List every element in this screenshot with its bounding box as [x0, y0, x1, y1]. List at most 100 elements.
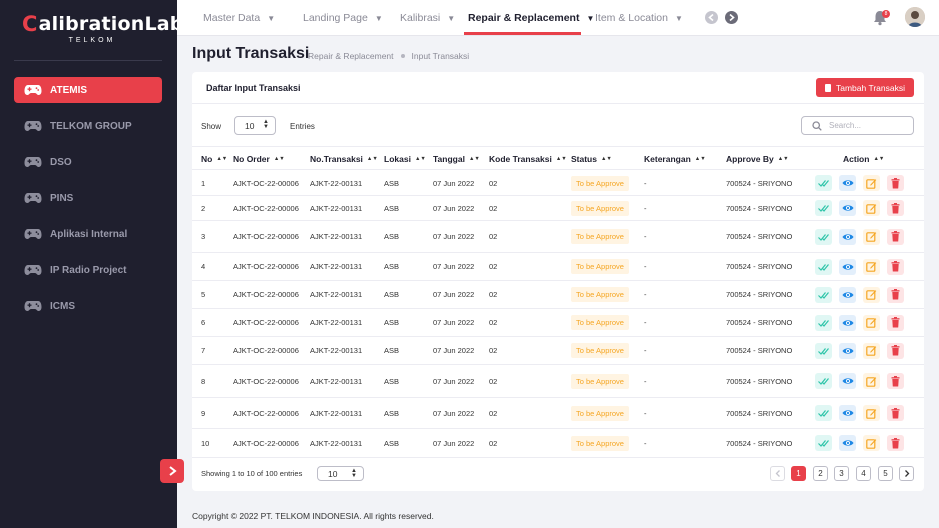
- edit-button[interactable]: [863, 258, 880, 275]
- delete-button[interactable]: [887, 200, 904, 216]
- sidebar-item-label: ICMS: [50, 300, 75, 312]
- page-number-button[interactable]: 2: [813, 466, 828, 481]
- nav-scroll-right-button[interactable]: [725, 11, 738, 24]
- page-number-button[interactable]: 5: [878, 466, 893, 481]
- approve-button[interactable]: [815, 258, 832, 275]
- approve-button[interactable]: [815, 373, 832, 389]
- approve-button[interactable]: [815, 200, 832, 216]
- add-transaction-button[interactable]: Tambah Transaksi: [816, 78, 914, 97]
- column-header[interactable]: No.Transaksi ▲▼: [310, 147, 378, 171]
- breadcrumb-item[interactable]: Repair & Replacement: [308, 51, 394, 61]
- nav-tab[interactable]: Landing Page ▼: [303, 0, 383, 36]
- cell-text: 07 Jun 2022: [433, 408, 475, 418]
- sidebar-item[interactable]: Aplikasi Internal: [14, 221, 162, 247]
- delete-button[interactable]: [887, 258, 904, 275]
- notification-badge: 8: [882, 10, 890, 18]
- delete-button[interactable]: [887, 373, 904, 389]
- approve-button[interactable]: [815, 314, 832, 331]
- sidebar-item[interactable]: ICMS: [14, 293, 162, 319]
- page-number-button[interactable]: 4: [856, 466, 871, 481]
- cell-text: ASB: [384, 232, 400, 241]
- approve-button[interactable]: [815, 435, 832, 451]
- sidebar-item[interactable]: TELKOM GROUP: [14, 113, 162, 139]
- column-header[interactable]: Keterangan ▲▼: [644, 147, 706, 171]
- column-header[interactable]: Kode Transaksi ▲▼: [489, 147, 567, 171]
- breadcrumb-item: Input Transaksi: [411, 51, 470, 61]
- table-cell-status: To be Approve: [571, 365, 629, 397]
- page-title: Input Transaksi: [192, 45, 310, 62]
- sidebar-item[interactable]: DSO: [14, 149, 162, 175]
- view-button[interactable]: [839, 286, 856, 303]
- nav-scroll-left-button[interactable]: [705, 11, 718, 24]
- delete-button[interactable]: [887, 342, 904, 359]
- view-button[interactable]: [839, 175, 856, 191]
- delete-button[interactable]: [887, 228, 904, 245]
- edit-button[interactable]: [863, 286, 880, 303]
- view-button[interactable]: [839, 228, 856, 245]
- table-cell-trans: AJKT-22-00131: [310, 429, 362, 457]
- edit-button[interactable]: [863, 405, 880, 421]
- page-size-select[interactable]: 10 ▲ ▼: [234, 116, 276, 135]
- cell-text: -: [644, 203, 647, 213]
- view-button[interactable]: [839, 200, 856, 216]
- table-cell-ket: -: [644, 365, 647, 397]
- search-input[interactable]: Search...: [801, 116, 914, 135]
- view-button[interactable]: [839, 342, 856, 359]
- column-header[interactable]: No ▲▼: [201, 147, 227, 171]
- edit-button[interactable]: [863, 373, 880, 389]
- view-button[interactable]: [839, 314, 856, 331]
- edit-button[interactable]: [863, 200, 880, 216]
- view-button[interactable]: [839, 435, 856, 451]
- column-header[interactable]: No Order ▲▼: [233, 147, 285, 171]
- user-avatar[interactable]: [905, 7, 925, 27]
- view-button[interactable]: [839, 373, 856, 389]
- edit-button[interactable]: [863, 342, 880, 359]
- column-header[interactable]: Lokasi ▲▼: [384, 147, 426, 171]
- nav-tab[interactable]: Item & Location ▼: [595, 0, 683, 36]
- prev-page-button[interactable]: [770, 466, 785, 481]
- delete-button[interactable]: [887, 175, 904, 191]
- sidebar-expand-button[interactable]: [160, 459, 184, 483]
- footer-page-size-select[interactable]: 10 ▲ ▼: [317, 466, 364, 481]
- page-number: 4: [861, 469, 866, 478]
- nav-tab[interactable]: Repair & Replacement ▼: [468, 0, 594, 36]
- column-header[interactable]: Status ▲▼: [571, 147, 612, 171]
- delete-button[interactable]: [887, 314, 904, 331]
- approve-button[interactable]: [815, 175, 832, 191]
- view-button[interactable]: [839, 258, 856, 275]
- active-tab-underline: [464, 32, 581, 35]
- cell-text: 07 Jun 2022: [433, 232, 475, 241]
- sidebar-item[interactable]: PINS: [14, 185, 162, 211]
- approve-button[interactable]: [815, 228, 832, 245]
- edit-button[interactable]: [863, 435, 880, 451]
- edit-button[interactable]: [863, 314, 880, 331]
- column-header[interactable]: Approve By ▲▼: [726, 147, 789, 171]
- sidebar-item[interactable]: ATEMIS: [14, 77, 162, 103]
- table-cell-order: AJKT-OC-22-00006: [233, 281, 299, 308]
- next-page-button[interactable]: [899, 466, 914, 481]
- edit-button[interactable]: [863, 228, 880, 245]
- app-logo[interactable]: CalibrationLab TELKOM: [22, 12, 183, 46]
- edit-button[interactable]: [863, 175, 880, 191]
- approve-button[interactable]: [815, 405, 832, 421]
- nav-tab[interactable]: Master Data ▼: [203, 0, 275, 36]
- page-number-button[interactable]: 3: [834, 466, 849, 481]
- delete-button[interactable]: [887, 405, 904, 421]
- nav-tab[interactable]: Kalibrasi ▼: [400, 0, 455, 36]
- chevron-right-icon: [904, 470, 909, 477]
- delete-button[interactable]: [887, 435, 904, 451]
- approve-button[interactable]: [815, 286, 832, 303]
- edit-icon: [866, 376, 877, 387]
- page-number-button[interactable]: 1: [791, 466, 806, 481]
- view-button[interactable]: [839, 405, 856, 421]
- table-cell-no: 7: [201, 337, 205, 364]
- cell-text: ASB: [384, 203, 400, 213]
- column-header[interactable]: Tanggal ▲▼: [433, 147, 480, 171]
- cell-text: AJKT-22-00131: [310, 318, 363, 327]
- delete-button[interactable]: [887, 286, 904, 303]
- cell-text: 700524 - SRIYONO: [726, 346, 793, 355]
- table-cell-status: To be Approve: [571, 253, 629, 280]
- column-header[interactable]: Action ▲▼: [843, 147, 884, 171]
- sidebar-item[interactable]: IP Radio Project: [14, 257, 162, 283]
- approve-button[interactable]: [815, 342, 832, 359]
